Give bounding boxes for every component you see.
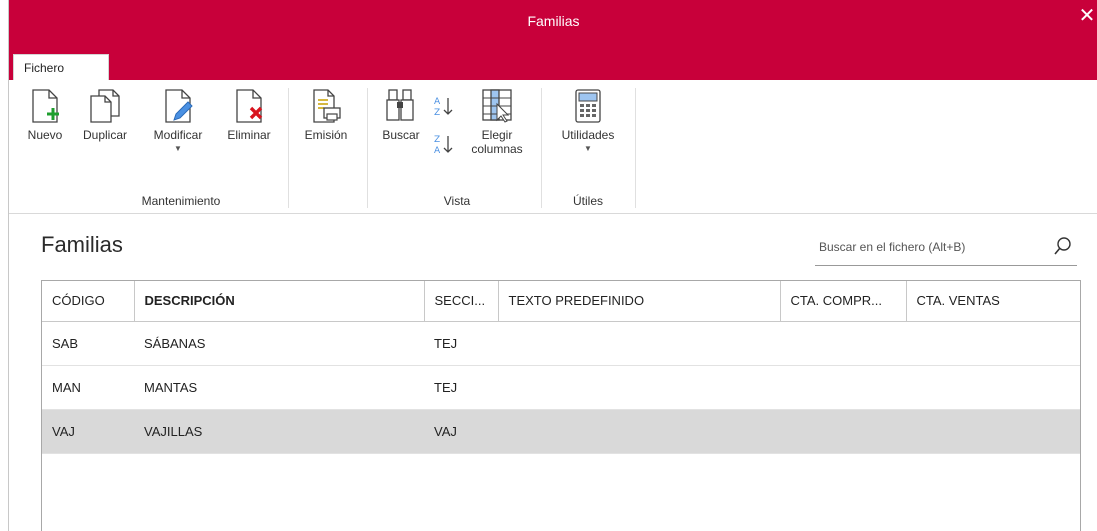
duplicar-button[interactable]: Duplicar	[71, 86, 139, 142]
emision-label: Emisión	[304, 128, 348, 142]
buscar-label: Buscar	[382, 128, 420, 142]
cell-cta-ventas	[906, 365, 1080, 410]
table-row-selected[interactable]: VAJ VAJILLAS VAJ	[42, 409, 1080, 454]
close-icon[interactable]: ✕	[1076, 4, 1097, 26]
group-label-mantenimiento: Mantenimiento	[141, 194, 221, 208]
emision-button[interactable]: Emisión	[293, 86, 359, 142]
window-title: Familias	[527, 13, 580, 29]
sort-descending-button[interactable]: Z A	[429, 132, 457, 156]
svg-text:A: A	[434, 97, 441, 107]
ribbon-separator	[367, 88, 368, 208]
duplicar-label: Duplicar	[82, 128, 127, 142]
search-box	[815, 230, 1077, 266]
cell-texto-predefinido	[498, 321, 780, 366]
table-header-row: CÓDIGO DESCRIPCIÓN SECCI... TEXTO PREDEF…	[42, 281, 1080, 322]
cell-texto-predefinido	[498, 409, 780, 454]
cell-cta-compras	[780, 321, 906, 366]
column-header-cta-ventas[interactable]: CTA. VENTAS	[906, 281, 1080, 322]
new-document-icon	[32, 89, 59, 123]
utilidades-label: Utilidades	[561, 128, 615, 142]
chevron-down-icon: ▼	[584, 144, 592, 153]
familias-table: CÓDIGO DESCRIPCIÓN SECCI... TEXTO PREDEF…	[42, 281, 1080, 454]
chevron-down-icon: ▼	[174, 144, 182, 153]
window: Familias ✕ Fichero Nuevo Duplicar Modifi…	[8, 0, 1097, 531]
group-label-vista: Vista	[443, 194, 471, 208]
svg-text:Z: Z	[434, 108, 440, 118]
search-input[interactable]	[815, 234, 1035, 260]
print-document-icon	[313, 89, 341, 123]
data-grid: CÓDIGO DESCRIPCIÓN SECCI... TEXTO PREDEF…	[41, 280, 1081, 531]
cell-codigo: VAJ	[42, 409, 134, 454]
cell-codigo: MAN	[42, 365, 134, 410]
table-row[interactable]: SAB SÁBANAS TEJ	[42, 321, 1080, 366]
ribbon: Nuevo Duplicar Modificar ▼ Eliminar Mant…	[9, 80, 1097, 214]
cell-descripcion: VAJILLAS	[134, 409, 424, 454]
tab-fichero[interactable]: Fichero	[13, 54, 109, 80]
column-header-codigo[interactable]: CÓDIGO	[42, 281, 135, 322]
column-header-descripcion[interactable]: DESCRIPCIÓN	[134, 281, 425, 322]
group-label-utiles: Útiles	[572, 194, 603, 208]
cell-descripcion: MANTAS	[134, 365, 424, 410]
choose-columns-icon	[482, 89, 512, 123]
sort-descending-icon: Z A	[434, 135, 453, 156]
duplicate-icon	[90, 89, 120, 123]
cell-texto-predefinido	[498, 365, 780, 410]
column-header-seccion[interactable]: SECCI...	[424, 281, 499, 322]
cell-cta-ventas	[906, 321, 1080, 366]
cell-codigo: SAB	[42, 321, 134, 366]
search-icon[interactable]	[1053, 236, 1073, 258]
svg-text:Z: Z	[434, 135, 440, 145]
page-title: Familias	[41, 232, 123, 257]
nuevo-label: Nuevo	[27, 128, 63, 142]
ribbon-separator	[541, 88, 542, 208]
columnas-label: columnas	[471, 142, 523, 156]
cell-seccion: TEJ	[424, 365, 498, 410]
cell-cta-ventas	[906, 409, 1080, 454]
column-header-texto-predefinido[interactable]: TEXTO PREDEFINIDO	[498, 281, 781, 322]
elegir-label: Elegir	[481, 128, 513, 142]
ribbon-separator	[635, 88, 636, 208]
sort-ascending-icon: A Z	[434, 97, 453, 118]
title-bar: Familias ✕	[9, 0, 1097, 44]
modificar-button[interactable]: Modificar ▼	[143, 86, 213, 153]
cell-seccion: TEJ	[424, 321, 498, 366]
eliminar-button[interactable]: Eliminar	[219, 86, 279, 142]
table-row[interactable]: MAN MANTAS TEJ	[42, 365, 1080, 410]
utilidades-button[interactable]: Utilidades ▼	[549, 86, 627, 153]
ribbon-separator	[288, 88, 289, 208]
cell-cta-compras	[780, 365, 906, 410]
delete-document-icon	[236, 89, 263, 123]
modificar-label: Modificar	[153, 128, 203, 142]
ribbon-tab-bar: Fichero	[9, 44, 1097, 80]
column-header-cta-compras[interactable]: CTA. COMPR...	[780, 281, 907, 322]
elegir-columnas-button[interactable]: Elegir columnas	[461, 86, 533, 156]
edit-document-icon	[165, 89, 193, 123]
binoculars-icon	[386, 89, 414, 121]
nuevo-button[interactable]: Nuevo	[21, 86, 69, 142]
eliminar-label: Eliminar	[227, 128, 271, 142]
cell-cta-compras	[780, 409, 906, 454]
buscar-button[interactable]: Buscar	[373, 86, 429, 142]
cell-seccion: VAJ	[424, 409, 498, 454]
svg-text:A: A	[434, 146, 441, 156]
sort-ascending-button[interactable]: A Z	[429, 94, 457, 118]
cell-descripcion: SÁBANAS	[134, 321, 424, 366]
calculator-icon	[575, 89, 601, 123]
